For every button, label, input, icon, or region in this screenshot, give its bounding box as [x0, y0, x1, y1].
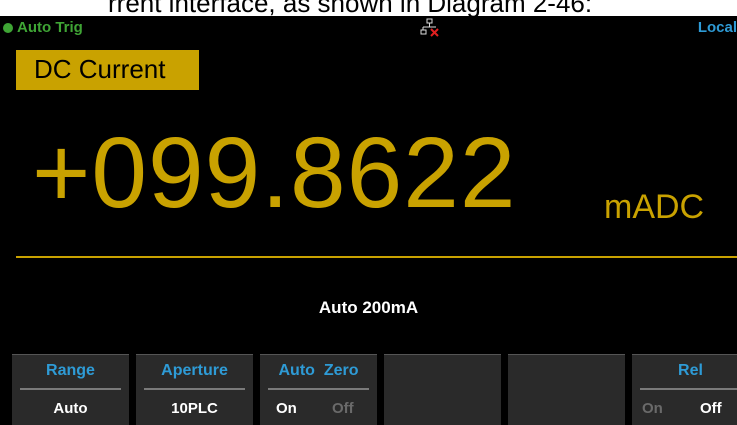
rel-on-option: On — [642, 400, 663, 417]
remote-local-status: Local — [697, 19, 737, 36]
softkey-aperture-label: Aperture — [161, 362, 228, 379]
document-caption-text: rrent interface, as shown in Diagram 2-4… — [108, 0, 593, 16]
document-caption: rrent interface, as shown in Diagram 2-4… — [0, 0, 737, 16]
softkey-empty-4[interactable] — [384, 354, 501, 425]
lan-disconnected-icon — [420, 18, 439, 37]
rel-off-option: Off — [700, 400, 722, 417]
softkey-range-value: Auto — [53, 400, 88, 417]
function-label-box: DC Current — [16, 50, 199, 90]
softkey-range[interactable]: Range Auto — [12, 354, 129, 425]
softkey-separator — [20, 388, 121, 390]
auto-zero-off-option: Off — [332, 400, 354, 417]
measurement-unit: mADC — [604, 188, 705, 226]
softkey-auto-zero[interactable]: Auto Zero On Off — [260, 354, 377, 425]
trigger-mode: Auto Trig — [17, 19, 83, 36]
softkey-empty-5[interactable] — [508, 354, 625, 425]
softkey-aperture[interactable]: Aperture 10PLC — [136, 354, 253, 425]
softkey-separator — [144, 388, 245, 390]
function-label: DC Current — [34, 54, 166, 84]
softkey-rel[interactable]: Rel On Off — [632, 354, 737, 425]
softkey-auto-zero-label: Auto Zero — [278, 362, 359, 379]
auto-zero-on-option: On — [276, 400, 297, 417]
trigger-indicator-icon — [3, 23, 13, 33]
divider — [16, 256, 737, 258]
softkey-range-label: Range — [46, 362, 95, 379]
status-bar: Auto Trig Local — [0, 16, 737, 40]
softkey-separator — [640, 388, 737, 390]
softkey-separator — [268, 388, 369, 390]
measurement-value: +099.8622 — [32, 117, 517, 229]
softkey-rel-label: Rel — [678, 362, 703, 379]
range-info: Auto 200mA — [318, 298, 419, 317]
softkey-aperture-value: 10PLC — [171, 400, 218, 417]
